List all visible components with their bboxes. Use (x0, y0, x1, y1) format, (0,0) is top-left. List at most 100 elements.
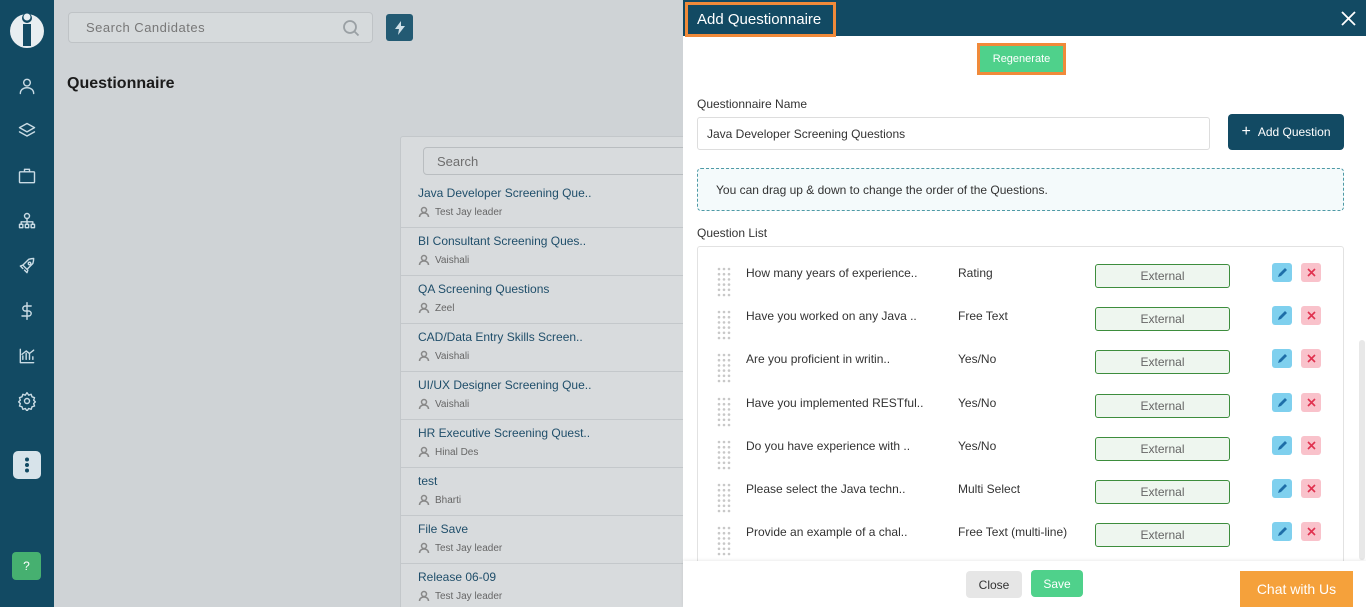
modal-scrollbar[interactable] (1359, 340, 1365, 560)
add-question-label: Add Question (1257, 125, 1331, 139)
org-chart-icon[interactable] (15, 209, 39, 233)
user-icon (418, 206, 430, 218)
questionnaire-item-title[interactable]: UI/UX Designer Screening Que.. (418, 378, 591, 392)
briefcase-icon[interactable] (15, 164, 39, 188)
regenerate-highlight: Regenerate (977, 43, 1066, 75)
drag-handle-icon[interactable] (717, 440, 731, 470)
chat-with-us-button[interactable]: Chat with Us (1240, 571, 1353, 607)
delete-question-button[interactable] (1301, 263, 1321, 282)
owner-name: Bharti (435, 494, 462, 506)
owner-name: Vaishali (435, 254, 470, 266)
questionnaire-item-title[interactable]: CAD/Data Entry Skills Screen.. (418, 330, 583, 344)
gear-icon[interactable] (15, 389, 39, 413)
help-button[interactable]: ? (12, 552, 41, 580)
quick-action-button[interactable] (386, 14, 413, 41)
save-button[interactable]: Save (1031, 570, 1083, 597)
questionnaire-item-owner: Vaishali (418, 254, 469, 266)
edit-question-button[interactable] (1272, 435, 1292, 455)
regenerate-button[interactable]: Regenerate (980, 46, 1063, 72)
questionnaire-list-item[interactable]: CAD/Data Entry Skills Screen.. Vaishali (401, 324, 699, 372)
questionnaire-list-item[interactable]: File Save Test Jay leader (401, 516, 699, 564)
questionnaire-item-owner: Test Jay leader (418, 206, 502, 218)
questionnaire-list-item[interactable]: test Bharti (401, 468, 699, 516)
drag-handle-icon[interactable] (717, 397, 731, 427)
user-icon[interactable] (15, 74, 39, 98)
drag-handle-icon[interactable] (717, 526, 731, 556)
questionnaire-item-title[interactable]: Release 06-09 (418, 570, 496, 584)
questionnaire-item-title[interactable]: test (418, 474, 437, 488)
questionnaire-list-item[interactable]: Release 06-09 Test Jay leader (401, 564, 699, 607)
question-row[interactable]: Are you proficient in writin.. Yes/No Exte… (698, 346, 1343, 389)
pencil-icon (1277, 354, 1287, 364)
candidate-search (68, 12, 373, 43)
questionnaire-item-title[interactable]: BI Consultant Screening Ques.. (418, 234, 586, 248)
owner-name: Zeel (435, 302, 455, 314)
delete-question-button[interactable] (1301, 349, 1321, 369)
edit-question-button[interactable] (1272, 522, 1292, 542)
app-logo[interactable] (8, 8, 46, 50)
drag-handle-icon[interactable] (717, 267, 731, 297)
questionnaire-list-item[interactable]: QA Screening Questions Zeel (401, 276, 699, 324)
pencil-icon (1277, 484, 1287, 493)
question-text: Do you have experience with .. (746, 438, 911, 453)
user-icon (418, 542, 430, 554)
questionnaire-item-title[interactable]: File Save (418, 522, 468, 536)
list-search-input[interactable] (424, 148, 700, 174)
user-icon (418, 446, 430, 458)
question-row[interactable]: Have you implemented RESTful.. Yes/No Exte… (698, 390, 1343, 433)
layers-icon[interactable] (15, 119, 39, 143)
questionnaire-name-label: Questionnaire Name (697, 97, 808, 111)
question-source-badge: External (1095, 393, 1230, 418)
delete-question-button[interactable] (1301, 392, 1321, 412)
rocket-icon[interactable] (15, 254, 39, 278)
edit-question-button[interactable] (1272, 479, 1292, 498)
more-menu-button[interactable] (13, 451, 41, 479)
add-question-button[interactable]: + Add Question (1228, 114, 1344, 150)
analytics-icon[interactable] (15, 344, 39, 368)
drag-handle-icon[interactable] (717, 353, 731, 383)
delete-question-button[interactable] (1301, 435, 1321, 455)
drag-handle-icon[interactable] (717, 310, 731, 340)
delete-question-button[interactable] (1301, 522, 1321, 542)
question-type: Yes/No (958, 352, 997, 367)
questionnaire-list-item[interactable]: BI Consultant Screening Ques.. Vaishali (401, 228, 699, 276)
question-row[interactable]: Do you have experience with .. Yes/No Exte… (698, 433, 1343, 476)
close-button[interactable]: Close (966, 571, 1022, 598)
owner-name: Hinal Des (435, 446, 479, 458)
delete-x-icon (1306, 527, 1316, 536)
questionnaire-item-title[interactable]: HR Executive Screening Quest.. (418, 426, 590, 440)
edit-question-button[interactable] (1272, 306, 1292, 326)
modal-header: Add Questionnaire (683, 0, 1366, 37)
user-icon (418, 398, 430, 410)
question-row[interactable]: Please select the Java techn.. Multi Sele… (698, 476, 1343, 519)
drag-handle-icon[interactable] (717, 483, 731, 513)
questionnaire-name-input[interactable] (697, 117, 1210, 150)
dollar-icon[interactable] (15, 299, 39, 323)
close-icon[interactable] (1341, 11, 1356, 26)
search-icon[interactable] (342, 19, 360, 37)
candidate-search-input[interactable] (69, 13, 329, 42)
plus-icon: + (1241, 123, 1251, 140)
user-icon (418, 350, 430, 362)
question-text: Provide an example of a chal.. (746, 525, 908, 540)
modal-title: Add Questionnaire (685, 2, 837, 37)
question-row[interactable]: How many years of experience.. Rating Exte… (698, 260, 1343, 303)
question-source-badge: External (1095, 307, 1230, 332)
questionnaire-list-item[interactable]: UI/UX Designer Screening Que.. Vaishali (401, 372, 699, 420)
questionnaire-list-item[interactable]: HR Executive Screening Quest.. Hinal Des (401, 420, 699, 468)
delete-question-button[interactable] (1301, 479, 1321, 498)
questionnaire-item-owner: Test Jay leader (418, 590, 502, 602)
questionnaire-list-item[interactable]: Java Developer Screening Que.. Test Jay l… (401, 180, 699, 228)
edit-question-button[interactable] (1272, 263, 1292, 282)
question-row[interactable]: Have you worked on any Java .. Free Text E… (698, 303, 1343, 346)
delete-question-button[interactable] (1301, 306, 1321, 326)
questionnaire-list: Java Developer Screening Que.. Test Jay l… (400, 136, 701, 607)
edit-question-button[interactable] (1272, 392, 1292, 412)
question-text: Have you implemented RESTful.. (746, 395, 924, 410)
question-row[interactable]: Provide an example of a chal.. Free Text … (698, 519, 1343, 562)
questionnaire-item-title[interactable]: Java Developer Screening Que.. (418, 186, 591, 200)
add-questionnaire-modal: Add Questionnaire Regenerate Questionnai… (683, 0, 1366, 607)
questionnaire-item-title[interactable]: QA Screening Questions (418, 282, 549, 296)
questionnaire-item-owner: Bharti (418, 494, 461, 506)
edit-question-button[interactable] (1272, 349, 1292, 369)
